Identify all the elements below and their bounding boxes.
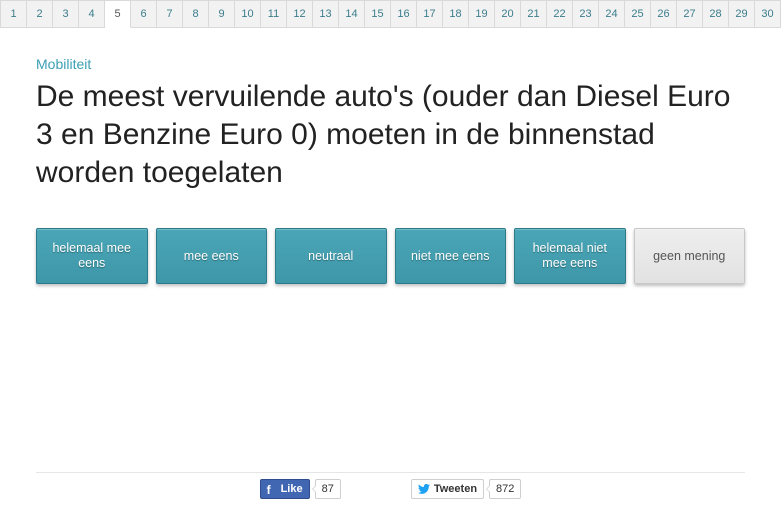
pager-page-3[interactable]: 3	[53, 0, 79, 27]
category-label: Mobiliteit	[36, 56, 745, 72]
pager-page-16[interactable]: 16	[391, 0, 417, 27]
facebook-like-count: 87	[315, 479, 341, 499]
pager-page-24[interactable]: 24	[599, 0, 625, 27]
answer-neutral[interactable]: neutraal	[275, 228, 387, 284]
pager-page-30[interactable]: 30	[755, 0, 781, 27]
twitter-tweet-button[interactable]: Tweeten	[411, 479, 484, 499]
twitter-tweet-count: 872	[489, 479, 521, 499]
question-title: De meest vervuilende auto's (ouder dan D…	[36, 78, 745, 192]
answer-strong-agree[interactable]: helemaal mee eens	[36, 228, 148, 284]
question-panel: Mobiliteit De meest vervuilende auto's (…	[0, 28, 781, 284]
pager-page-27[interactable]: 27	[677, 0, 703, 27]
pager-page-20[interactable]: 20	[495, 0, 521, 27]
pager-page-14[interactable]: 14	[339, 0, 365, 27]
pager-page-18[interactable]: 18	[443, 0, 469, 27]
facebook-like-button[interactable]: Like	[260, 479, 310, 499]
answer-disagree[interactable]: niet mee eens	[395, 228, 507, 284]
pager-page-15[interactable]: 15	[365, 0, 391, 27]
answer-strong-disagree[interactable]: helemaal niet mee eens	[514, 228, 626, 284]
pager-page-12[interactable]: 12	[287, 0, 313, 27]
twitter-share: Tweeten 872	[411, 479, 522, 499]
divider	[36, 472, 745, 473]
pager-page-19[interactable]: 19	[469, 0, 495, 27]
pager-page-21[interactable]: 21	[521, 0, 547, 27]
facebook-like-label: Like	[281, 483, 303, 495]
pager-page-5[interactable]: 5	[105, 0, 131, 28]
pager-page-8[interactable]: 8	[183, 0, 209, 27]
pager-page-6[interactable]: 6	[131, 0, 157, 27]
twitter-icon	[418, 484, 430, 494]
pager-page-9[interactable]: 9	[209, 0, 235, 27]
question-pager: 1234567891011121314151617181920212223242…	[0, 0, 781, 28]
pager-page-25[interactable]: 25	[625, 0, 651, 27]
pager-page-22[interactable]: 22	[547, 0, 573, 27]
pager-page-11[interactable]: 11	[261, 0, 287, 27]
pager-page-7[interactable]: 7	[157, 0, 183, 27]
pager-page-1[interactable]: 1	[0, 0, 27, 27]
pager-page-2[interactable]: 2	[27, 0, 53, 27]
pager-page-13[interactable]: 13	[313, 0, 339, 27]
pager-page-28[interactable]: 28	[703, 0, 729, 27]
answer-agree[interactable]: mee eens	[156, 228, 268, 284]
pager-page-29[interactable]: 29	[729, 0, 755, 27]
answer-no-opinion[interactable]: geen mening	[634, 228, 746, 284]
share-bar: Like 87 Tweeten 872	[0, 479, 781, 499]
twitter-tweet-label: Tweeten	[434, 483, 477, 495]
pager-page-23[interactable]: 23	[573, 0, 599, 27]
pager-page-4[interactable]: 4	[79, 0, 105, 27]
facebook-share: Like 87	[260, 479, 341, 499]
answer-row: helemaal mee eensmee eensneutraalniet me…	[36, 228, 745, 284]
facebook-icon	[267, 483, 277, 495]
pager-page-26[interactable]: 26	[651, 0, 677, 27]
pager-page-10[interactable]: 10	[235, 0, 261, 27]
pager-page-17[interactable]: 17	[417, 0, 443, 27]
